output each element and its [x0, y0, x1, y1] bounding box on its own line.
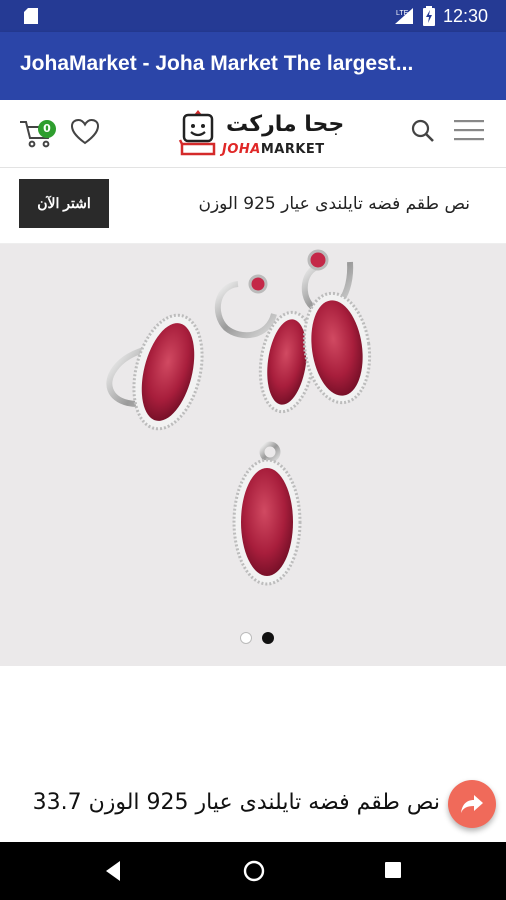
logo-joha: JOHA — [222, 142, 261, 157]
logo-market: MARKET — [260, 142, 325, 157]
promo-product-text: نص طقم فضه تايلندى عيار 925 الوزن — [198, 194, 470, 214]
status-icons: LTE 12:30 — [393, 0, 488, 32]
sd-card-icon — [24, 8, 38, 24]
share-arrow-icon — [461, 795, 483, 813]
cart-count-badge: 0 — [38, 120, 56, 138]
logo-english-text: JOHAMARKET — [222, 142, 325, 157]
logo-mascot-icon — [178, 110, 216, 156]
home-icon[interactable] — [242, 859, 266, 883]
search-icon[interactable] — [410, 118, 436, 144]
product-image-gallery[interactable] — [0, 244, 506, 666]
app-title: JohaMarket - Joha Market The largest... — [20, 52, 414, 75]
svg-text:LTE: LTE — [396, 10, 409, 17]
product-title: نص طقم فضه تايلندى عيار 925 الوزن 33.7 — [32, 790, 440, 815]
menu-icon[interactable] — [454, 119, 484, 141]
heart-icon[interactable] — [70, 118, 100, 146]
logo-arabic-text: جحا ماركت — [226, 112, 345, 137]
back-icon[interactable] — [104, 860, 122, 882]
status-bar: LTE 12:30 — [0, 0, 506, 32]
buy-now-button[interactable]: اشتر الآن — [19, 179, 109, 228]
clock: 12:30 — [442, 5, 488, 26]
app-bar: JohaMarket - Joha Market The largest... — [0, 32, 506, 100]
recent-apps-icon[interactable] — [384, 861, 402, 879]
share-button[interactable] — [448, 780, 496, 828]
promo-strip: اشتر الآن نص طقم فضه تايلندى عيار 925 ال… — [0, 168, 506, 244]
jewelry-set-image — [106, 249, 372, 586]
gallery-dot-1[interactable] — [240, 632, 252, 644]
battery-charging-icon — [422, 6, 435, 26]
gallery-dot-2-active[interactable] — [262, 632, 274, 644]
signal-icon: LTE — [394, 8, 413, 24]
